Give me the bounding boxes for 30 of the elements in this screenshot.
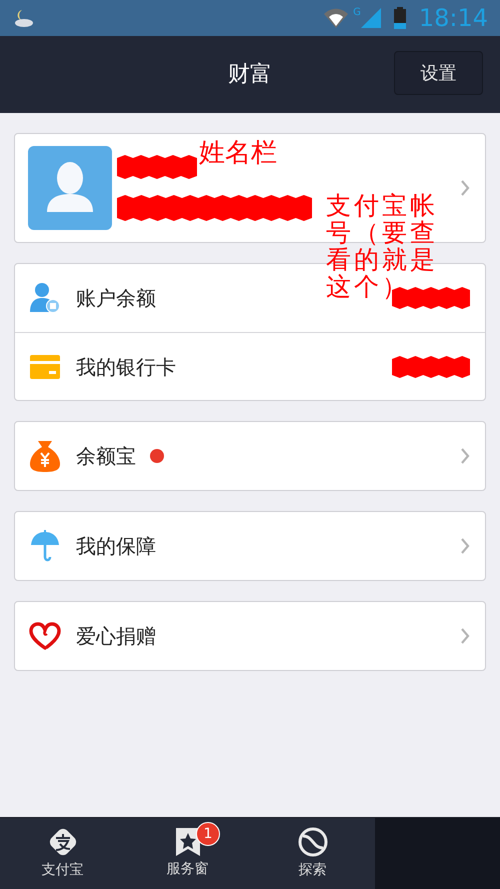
- signal-icon: [360, 8, 381, 28]
- wifi-icon: [323, 8, 350, 28]
- person-coin-icon: [29, 282, 61, 314]
- moon-cloud-icon: [12, 8, 36, 28]
- network-type: G: [353, 8, 361, 18]
- money-bag-icon: [29, 439, 61, 473]
- count-badge: 1: [196, 822, 220, 846]
- annotation-text: 姓名栏: [199, 140, 277, 166]
- tab-label: 探索: [298, 861, 326, 880]
- clock: 18:14: [418, 6, 488, 30]
- menu-label[interactable]: 账户余额: [76, 283, 156, 313]
- tab[interactable]: 服务窗 1: [125, 818, 250, 889]
- avatar-icon: [28, 146, 112, 230]
- tab[interactable]: 支付宝: [0, 818, 125, 889]
- umbrella-icon: [30, 530, 60, 562]
- battery-icon: [392, 7, 407, 29]
- tab-label: 服务窗: [166, 860, 208, 879]
- bookmark-star-icon: [174, 827, 200, 857]
- menu-label[interactable]: 我的保障: [76, 531, 156, 561]
- menu-label[interactable]: 余额宝: [76, 441, 136, 471]
- settings-button[interactable]: 设置: [394, 51, 483, 95]
- menu-label[interactable]: 爱心捐赠: [76, 621, 156, 651]
- tab-label: 支付宝: [42, 861, 84, 880]
- menu-label[interactable]: 我的银行卡: [76, 352, 176, 382]
- annotation-text: 支付宝帐号（要查看的就是这个）: [326, 192, 439, 300]
- tab[interactable]: 探索: [250, 818, 375, 889]
- page-title: 财富: [228, 61, 272, 89]
- card-icon: [29, 354, 61, 380]
- heart-icon: [29, 622, 61, 650]
- globe-icon: [296, 826, 328, 858]
